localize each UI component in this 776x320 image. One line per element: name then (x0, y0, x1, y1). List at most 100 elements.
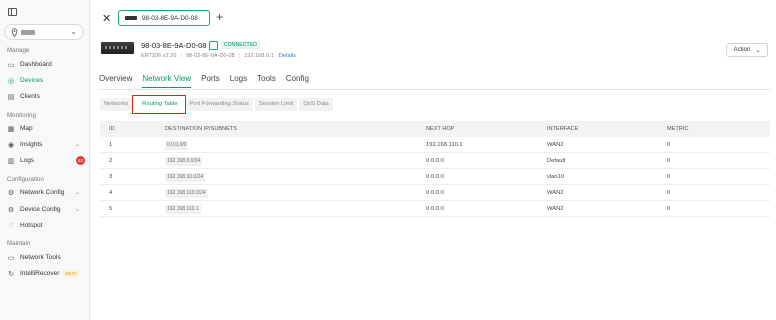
subtab-session-limit[interactable]: Session Limit (254, 98, 298, 111)
column-header-interface: INTERFACE (547, 126, 579, 132)
cell-destination: 192.168.10.0/24 (165, 173, 206, 182)
cell-metric: 0 (667, 174, 671, 180)
device-tab-label: 98-03-8E-9A-D0-08 (142, 14, 198, 22)
sidebar-item-logs[interactable]: ▥ Logs (7, 154, 87, 167)
section-configuration: Configuration (7, 176, 44, 183)
network-tools-icon: ▭ (7, 254, 15, 262)
site-name-redacted (21, 30, 35, 35)
chevron-down-icon: ⌄ (70, 27, 77, 36)
clients-icon: ▤ (7, 93, 15, 101)
cell-id: 1 (109, 142, 113, 148)
tab-logs[interactable]: Logs (230, 74, 247, 88)
details-link[interactable]: Details (279, 53, 296, 59)
add-tab-icon[interactable]: + (216, 10, 223, 24)
sidebar-item-dashboard[interactable]: ▭ Dashboard (7, 58, 87, 71)
devices-icon: ◎ (7, 77, 15, 85)
insights-icon: ◉ (7, 141, 15, 149)
sidebar-collapse-icon[interactable] (8, 8, 17, 16)
sidebar-item-label: Devices (20, 77, 44, 84)
table-row: 5 192.168.110.1 0.0.0.0 WAN2 0 (100, 201, 770, 217)
sidebar-item-map[interactable]: ▦ Map (7, 122, 87, 135)
tab-config[interactable]: Config (286, 74, 309, 88)
device-model: ER7206 v2.20 (141, 53, 177, 59)
cell-interface: Default (547, 158, 566, 164)
edit-icon[interactable] (209, 41, 218, 50)
cell-id: 3 (109, 174, 113, 180)
tab-network-view[interactable]: Network View (142, 74, 192, 88)
sidebar-item-devices[interactable]: ◎ Devices (7, 74, 87, 87)
logs-icon: ▥ (7, 157, 15, 165)
sidebar-item-label: IntelliRecover (20, 270, 60, 277)
section-manage: Manage (7, 47, 30, 54)
cell-metric: 0 (667, 158, 671, 164)
sidebar-item-network-config[interactable]: ⚙ Network Config ⌄ (7, 186, 87, 199)
device-ip: 192.168.0.1 (244, 53, 274, 59)
tab-ports[interactable]: Ports (201, 74, 220, 88)
cell-destination: 192.168.0.0/24 (165, 157, 203, 166)
subtab-port-forwarding-status[interactable]: Port Forwarding Status (185, 98, 253, 111)
cell-id: 2 (109, 158, 113, 164)
subtab-networks[interactable]: Networks (100, 98, 133, 111)
sidebar-item-label: Dashboard (20, 61, 52, 68)
cell-destination: 192.168.110.0/24 (165, 189, 208, 198)
sidebar-item-insights[interactable]: ◉ Insights ⌄ (7, 138, 87, 151)
table-row: 3 192.168.10.0/24 0.0.0.0 vlan10 0 (100, 169, 770, 185)
chevron-down-icon: ⌄ (74, 207, 80, 213)
chevron-down-icon: ⌄ (74, 190, 80, 196)
status-badge: CONNECTED (221, 41, 260, 49)
routing-table-highlight (132, 95, 186, 114)
logs-count-badge: 62 (76, 156, 85, 165)
cell-metric: 0 (667, 206, 671, 212)
map-icon: ▦ (7, 125, 15, 133)
sidebar-item-intellirecover[interactable]: ↻ IntelliRecover BETA (7, 267, 87, 280)
sidebar-item-label: Network Tools (20, 254, 61, 261)
sidebar-item-hotspot[interactable]: ◌ Hotspot (7, 219, 87, 232)
table-header: ID DESTINATION IP/SUBNETS NEXT HOP INTER… (100, 121, 770, 137)
cell-destination: 192.168.110.1 (165, 205, 201, 214)
device-config-icon: ⚙ (7, 206, 15, 214)
network-config-icon: ⚙ (7, 189, 15, 197)
router-image (101, 42, 134, 54)
sidebar-item-label: Insights (20, 141, 43, 148)
device-name: 98-03-8E-9A-D0-08 (141, 41, 207, 50)
cell-metric: 0 (667, 142, 671, 148)
routing-table: ID DESTINATION IP/SUBNETS NEXT HOP INTER… (100, 121, 770, 217)
cell-interface: WAN2 (547, 190, 564, 196)
cell-interface: WAN2 (547, 206, 564, 212)
sidebar-item-label: Map (20, 125, 33, 132)
tab-tools[interactable]: Tools (257, 74, 276, 88)
device-tabs: Overview Network View Ports Logs Tools C… (99, 74, 319, 88)
chevron-down-icon: ⌄ (74, 142, 80, 148)
sidebar: ⌄ Manage ▭ Dashboard ◎ Devices ▤ Clients… (0, 0, 90, 320)
cell-next-hop: 0.0.0.0 (426, 190, 444, 196)
cell-metric: 0 (667, 190, 671, 196)
action-label: Action (733, 47, 751, 53)
tab-overview[interactable]: Overview (99, 74, 132, 88)
cell-id: 4 (109, 190, 113, 196)
recover-icon: ↻ (8, 270, 14, 278)
cell-interface: WAN2 (547, 142, 564, 148)
table-row: 1 0.0.0.0/0 192.168.110.1 WAN2 0 (100, 137, 770, 153)
table-row: 2 192.168.0.0/24 0.0.0.0 Default 0 (100, 153, 770, 169)
sidebar-item-clients[interactable]: ▤ Clients (7, 90, 87, 103)
site-selector[interactable]: ⌄ (4, 24, 84, 40)
cell-interface: vlan10 (547, 174, 565, 180)
sidebar-item-label: Clients (20, 93, 40, 100)
hotspot-icon: ◌ (8, 222, 14, 229)
cell-next-hop: 192.168.110.1 (426, 142, 463, 148)
device-tab[interactable]: 98-03-8E-9A-D0-08 (118, 10, 210, 26)
cell-next-hop: 0.0.0.0 (426, 206, 444, 212)
close-icon[interactable]: ✕ (102, 12, 111, 25)
sidebar-item-label: Device Config (20, 206, 61, 213)
router-icon (125, 16, 137, 20)
table-row: 4 192.168.110.0/24 0.0.0.0 WAN2 0 (100, 185, 770, 201)
sidebar-item-network-tools[interactable]: ▭ Network Tools (7, 251, 87, 264)
sidebar-item-device-config[interactable]: ⚙ Device Config ⌄ (7, 203, 87, 216)
action-button[interactable]: Action ⌄ (726, 43, 768, 57)
column-header-metric: METRIC (667, 126, 689, 132)
column-header-next-hop: NEXT HOP (426, 126, 455, 132)
sidebar-item-label: Logs (20, 157, 35, 164)
device-info-line: ER7206 v2.20 | 98-03-8E-9A-D0-08 | 192.168.0… (141, 53, 296, 59)
subtab-qos-data[interactable]: QoS Data (299, 98, 333, 111)
tabs-divider (99, 89, 771, 90)
